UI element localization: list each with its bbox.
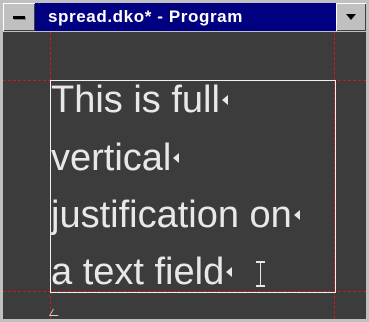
paragraph-mark-icon [173, 152, 180, 163]
text-line-content: a text field [51, 251, 225, 293]
ibeam-cursor-icon [256, 261, 265, 287]
text-line-content: This is full [51, 79, 220, 121]
paragraph-mark-icon [221, 94, 228, 105]
system-menu-button[interactable] [3, 3, 35, 31]
text-line-content: vertical [51, 137, 172, 179]
system-menu-icon [13, 15, 25, 19]
text-line-content: justification on [51, 194, 292, 236]
text-line[interactable]: This is full [51, 78, 228, 122]
anchor-mark-icon [48, 309, 63, 316]
document-canvas[interactable]: This is full vertical justification on a… [3, 32, 366, 319]
paragraph-mark-icon [226, 266, 233, 277]
text-line[interactable]: justification on [51, 193, 300, 237]
dropdown-button[interactable] [336, 3, 366, 31]
window-title: spread.dko* - Program [48, 7, 243, 26]
text-line[interactable]: a text field [51, 250, 233, 294]
paragraph-mark-icon [293, 209, 300, 220]
chevron-down-icon [346, 14, 356, 20]
text-line[interactable]: vertical [51, 136, 180, 180]
program-window: spread.dko* - Program This is full verti… [0, 0, 369, 322]
